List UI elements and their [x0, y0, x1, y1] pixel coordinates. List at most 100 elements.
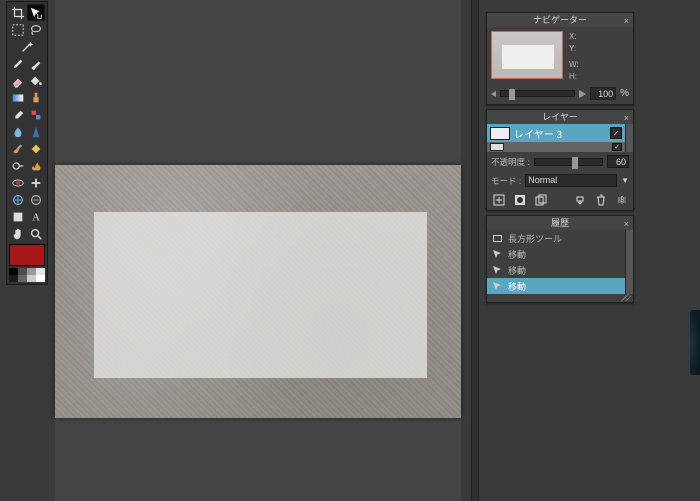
gradient-tool[interactable] [9, 89, 27, 106]
navigator-title: ナビゲーター × [487, 13, 633, 27]
redeye-tool[interactable] [9, 174, 27, 191]
swatch[interactable] [36, 268, 45, 275]
layers-panel: レイヤー × レイヤー 3 ✓ ✓ 不透明度 : [486, 109, 634, 211]
rectangle-icon [492, 233, 503, 244]
brush-tool[interactable] [27, 55, 45, 72]
history-item[interactable]: 移動 [487, 278, 625, 294]
navigator-info: X: Y: W: H: [569, 31, 579, 83]
bucket-tool[interactable] [27, 72, 45, 89]
nav-x-label: X: [569, 31, 579, 43]
zoom-input[interactable] [590, 87, 616, 100]
replace-color-tool[interactable] [27, 106, 45, 123]
swatch[interactable] [27, 268, 36, 275]
opacity-label: 不透明度 : [491, 156, 530, 168]
pinch-tool[interactable] [27, 191, 45, 208]
move-icon [492, 281, 503, 292]
blur-tool[interactable] [9, 123, 27, 140]
swatch[interactable] [9, 275, 18, 282]
history-item[interactable]: 移動 [487, 262, 625, 278]
blendmode-select[interactable]: Normal [525, 174, 617, 187]
history-title: 履歴 × [487, 216, 633, 230]
canvas-shape-rect[interactable] [94, 212, 427, 378]
shape-tool[interactable] [9, 208, 27, 225]
history-scrollbar[interactable] [625, 230, 633, 294]
history-item-label: 移動 [508, 248, 526, 261]
duplicate-layer-button[interactable] [533, 193, 548, 207]
bloat-tool[interactable] [9, 191, 27, 208]
layer-name: レイヤー 3 [514, 126, 606, 141]
blendmode-value: Normal [528, 175, 557, 185]
canvas-document[interactable] [55, 165, 461, 418]
add-mask-button[interactable] [512, 193, 527, 207]
marquee-tool[interactable] [9, 21, 27, 38]
history-item[interactable]: 長方形ツール [487, 230, 625, 246]
history-panel: 履歴 × 長方形ツール移動移動移動 [486, 215, 634, 303]
flatten-button[interactable] [614, 193, 629, 207]
zoom-slider[interactable] [500, 90, 575, 97]
zoom-tool[interactable] [27, 225, 45, 242]
layers-title: レイヤー × [487, 110, 633, 124]
swatch-grid [9, 268, 45, 282]
layer-thumbnail[interactable] [490, 127, 510, 140]
eyedropper-tool[interactable] [9, 106, 27, 123]
swatch[interactable] [27, 275, 36, 282]
merge-down-button[interactable] [572, 193, 587, 207]
type-tool[interactable]: A [27, 208, 45, 225]
dodge-tool[interactable] [9, 157, 27, 174]
nav-h-label: H: [569, 71, 579, 83]
history-item[interactable]: 移動 [487, 246, 625, 262]
svg-text:A: A [32, 212, 40, 223]
swatch[interactable] [36, 275, 45, 282]
layer-row[interactable]: ✓ [487, 142, 625, 152]
panel-divider[interactable] [471, 0, 479, 501]
zoom-in-icon[interactable] [579, 90, 586, 98]
opacity-input[interactable] [607, 155, 629, 168]
chevron-down-icon[interactable]: ▼ [621, 176, 629, 185]
layer-row[interactable]: レイヤー 3 ✓ [487, 124, 625, 142]
history-item-label: 移動 [508, 280, 526, 293]
smudge-tool[interactable] [9, 140, 27, 157]
new-layer-button[interactable] [491, 193, 506, 207]
docked-panel-sliver[interactable] [690, 310, 700, 375]
visibility-toggle[interactable]: ✓ [610, 127, 622, 139]
visibility-toggle[interactable]: ✓ [612, 143, 622, 151]
pencil-tool[interactable] [9, 55, 27, 72]
tool-panel: A [6, 1, 48, 285]
opacity-slider[interactable] [534, 158, 603, 166]
clone-tool[interactable] [27, 89, 45, 106]
layer-thumbnail[interactable] [490, 143, 504, 151]
swatch[interactable] [18, 268, 27, 275]
burn-tool[interactable] [27, 157, 45, 174]
lasso-tool[interactable] [27, 21, 45, 38]
nav-w-label: W: [569, 59, 579, 71]
move-tool[interactable] [27, 4, 45, 21]
sharpen-tool[interactable] [27, 123, 45, 140]
spot-heal-tool[interactable] [27, 174, 45, 191]
move-icon [492, 265, 503, 276]
close-icon[interactable]: × [624, 14, 629, 28]
panel-resize-handle[interactable] [487, 294, 633, 302]
navigator-panel: ナビゲーター × X: Y: W: H: % [486, 12, 634, 105]
nav-y-label: Y: [569, 43, 579, 55]
hand-tool[interactable] [9, 225, 27, 242]
navigator-thumbnail[interactable] [491, 31, 563, 79]
history-item-label: 長方形ツール [508, 232, 562, 245]
swatch[interactable] [9, 268, 18, 275]
swatch[interactable] [18, 275, 27, 282]
navigator-title-text: ナビゲーター [533, 15, 587, 25]
delete-layer-button[interactable] [593, 193, 608, 207]
close-icon[interactable]: × [624, 217, 629, 231]
eraser-tool[interactable] [9, 72, 27, 89]
canvas-viewport[interactable] [55, 0, 461, 501]
right-panels: ナビゲーター × X: Y: W: H: % レイヤー × [486, 12, 634, 307]
blendmode-label: モード : [491, 175, 521, 187]
layers-title-text: レイヤー [542, 112, 578, 122]
layers-scrollbar[interactable] [625, 124, 633, 152]
foreground-color[interactable] [9, 244, 45, 266]
wand-tool[interactable] [9, 38, 45, 55]
crop-tool[interactable] [9, 4, 27, 21]
sponge-tool[interactable] [27, 140, 45, 157]
zoom-suffix: % [620, 88, 629, 99]
zoom-out-icon[interactable] [491, 91, 496, 97]
close-icon[interactable]: × [624, 111, 629, 125]
